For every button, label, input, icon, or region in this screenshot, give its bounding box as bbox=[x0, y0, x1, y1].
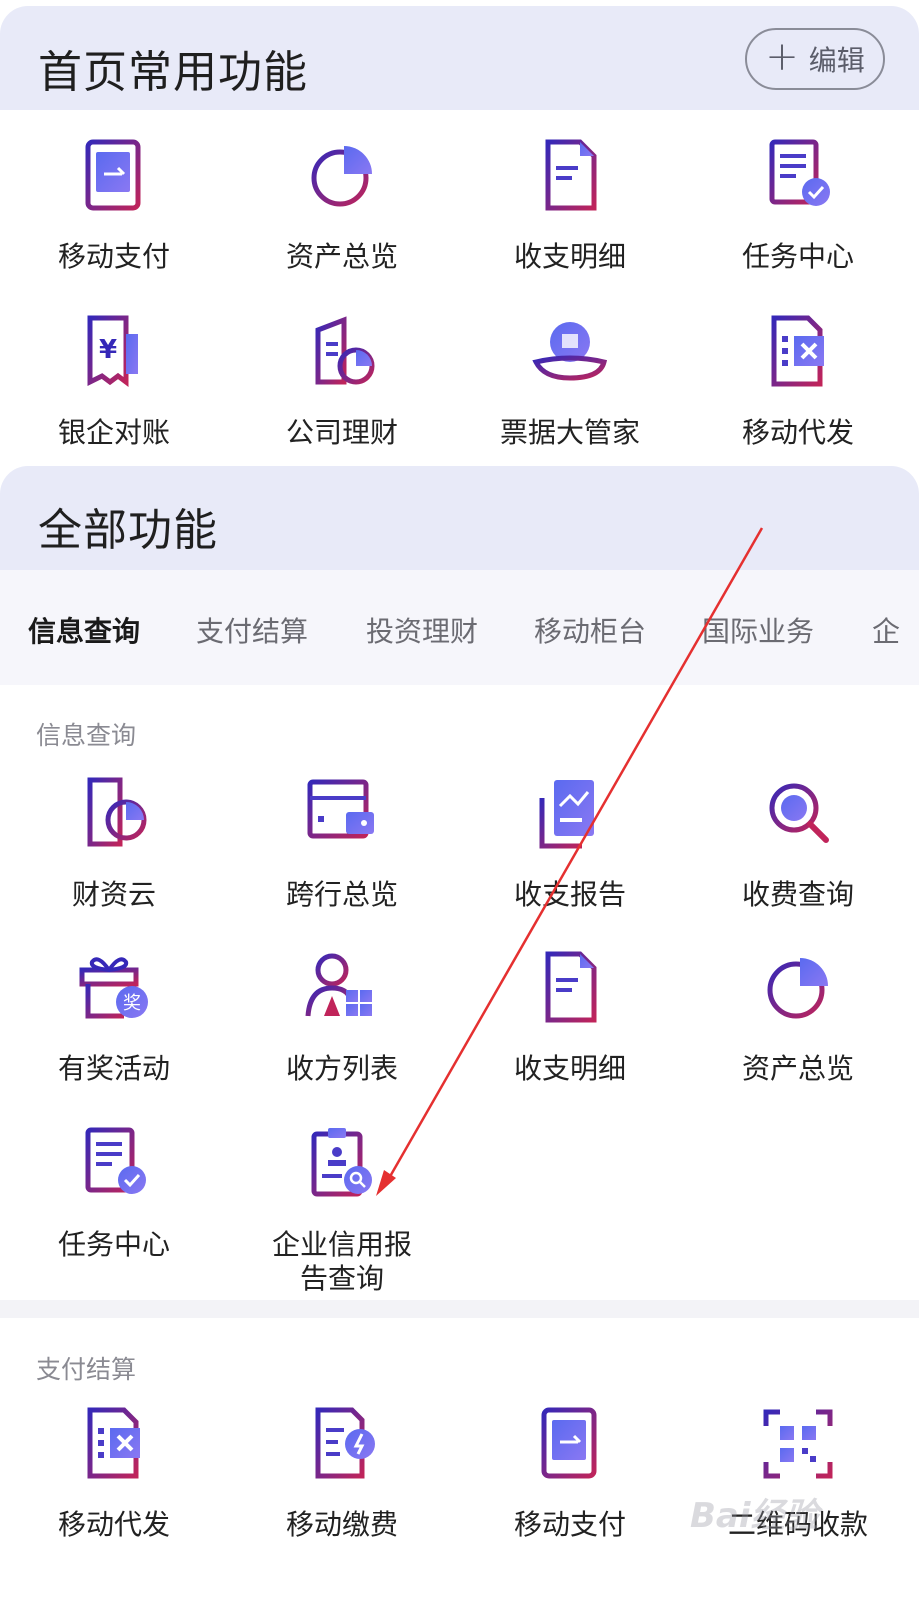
item-label: 资产总览 bbox=[285, 240, 398, 273]
pay-item-mobile-disbursement[interactable]: 移动代发 bbox=[0, 1404, 228, 1542]
item-label: 任务中心 bbox=[741, 240, 854, 273]
all-functions-header: 全部功能 bbox=[0, 466, 919, 570]
bank-reconciliation-icon: ¥ bbox=[87, 315, 138, 387]
item-label: 企业信用报 告查询 bbox=[271, 1228, 412, 1295]
edit-button[interactable]: + 编辑 bbox=[745, 28, 885, 90]
asset-overview-icon bbox=[767, 958, 828, 1019]
item-label: 跨行总览 bbox=[285, 878, 398, 911]
income-expense-report-icon bbox=[539, 780, 594, 849]
svg-text:¥: ¥ bbox=[99, 335, 117, 365]
item-label: 移动缴费 bbox=[285, 1508, 398, 1541]
common-item-bill-manager[interactable]: 票据大管家 bbox=[456, 312, 684, 450]
info-section-title: 信息查询 bbox=[36, 721, 137, 750]
category-tabs: 信息查询 支付结算 投资理财 移动柜台 国际业务 企 bbox=[0, 570, 919, 685]
info-item-payee-list[interactable]: 收方列表 bbox=[228, 948, 456, 1086]
item-label: 公司理财 bbox=[285, 416, 398, 449]
info-item-income-expense-detail[interactable]: 收支明细 bbox=[456, 948, 684, 1086]
mobile-pay-icon bbox=[85, 139, 141, 211]
info-item-asset-overview[interactable]: 资产总览 bbox=[684, 948, 912, 1086]
section-divider bbox=[0, 1300, 919, 1318]
pay-section-title: 支付结算 bbox=[36, 1355, 137, 1384]
info-item-cross-bank-overview[interactable]: 跨行总览 bbox=[228, 774, 456, 912]
asset-overview-icon bbox=[311, 146, 372, 207]
pay-item-mobile-payment-fee[interactable]: 移动缴费 bbox=[228, 1404, 456, 1542]
mobile-disbursement-icon bbox=[87, 1407, 140, 1479]
item-label: 银企对账 bbox=[57, 416, 170, 449]
company-finance-icon bbox=[315, 316, 375, 385]
common-item-bank-reconciliation[interactable]: ¥ 银企对账 bbox=[0, 312, 228, 450]
task-center-icon bbox=[85, 1127, 146, 1194]
item-label: 收支明细 bbox=[513, 1052, 626, 1085]
item-label: 移动支付 bbox=[57, 240, 170, 273]
info-item-task-center[interactable]: 任务中心 bbox=[0, 1124, 228, 1262]
cross-bank-overview-icon bbox=[307, 779, 374, 839]
common-functions-title: 首页常用功能 bbox=[38, 47, 308, 98]
edit-button-label: 编辑 bbox=[808, 44, 865, 77]
tab-international[interactable]: 国际业务 bbox=[702, 610, 814, 650]
common-item-mobile-disbursement[interactable]: 移动代发 bbox=[684, 312, 912, 450]
common-item-asset-overview[interactable]: 资产总览 bbox=[228, 136, 456, 274]
tab-investment[interactable]: 投资理财 bbox=[366, 610, 478, 650]
credit-report-icon bbox=[311, 1128, 372, 1197]
reward-activity-icon: 奖 bbox=[79, 957, 148, 1019]
svg-text:奖: 奖 bbox=[123, 993, 141, 1014]
income-expense-detail-icon bbox=[545, 139, 597, 211]
common-item-company-finance[interactable]: 公司理财 bbox=[228, 312, 456, 450]
item-label: 收支明细 bbox=[513, 240, 626, 273]
item-label: 财资云 bbox=[71, 878, 156, 911]
tab-mobile-counter[interactable]: 移动柜台 bbox=[534, 610, 646, 650]
bill-manager-icon bbox=[532, 322, 608, 381]
qr-collection-icon bbox=[763, 1409, 833, 1479]
item-label: 收方列表 bbox=[285, 1052, 398, 1085]
mobile-payment-fee-icon bbox=[315, 1407, 375, 1479]
tab-enterprise-partial[interactable]: 企 bbox=[872, 610, 900, 650]
info-item-reward-activity[interactable]: 奖 有奖活动 bbox=[0, 948, 228, 1086]
income-expense-detail-icon bbox=[545, 951, 597, 1023]
item-label: 资产总览 bbox=[741, 1052, 854, 1085]
common-item-task-center[interactable]: 任务中心 bbox=[684, 136, 912, 274]
item-label: 移动代发 bbox=[741, 416, 854, 449]
task-center-icon bbox=[769, 139, 830, 206]
payee-list-icon bbox=[305, 953, 372, 1017]
info-item-treasury-cloud[interactable]: 财资云 bbox=[0, 774, 228, 912]
item-label: 任务中心 bbox=[57, 1228, 170, 1261]
all-functions-title: 全部功能 bbox=[38, 505, 218, 556]
info-item-credit-report[interactable]: 企业信用报 告查询 bbox=[228, 1124, 456, 1296]
tab-info-query[interactable]: 信息查询 bbox=[28, 610, 140, 650]
mobile-disbursement-icon bbox=[771, 315, 824, 387]
plus-icon: + bbox=[765, 34, 799, 80]
item-label: 收支报告 bbox=[513, 878, 626, 911]
tab-payment-settlement[interactable]: 支付结算 bbox=[196, 610, 308, 650]
info-item-fee-query[interactable]: 收费查询 bbox=[684, 774, 912, 912]
item-label: 移动支付 bbox=[513, 1508, 626, 1541]
pay-item-mobile-pay[interactable]: 移动支付 bbox=[456, 1404, 684, 1542]
item-label: 票据大管家 bbox=[499, 416, 640, 449]
treasury-cloud-icon bbox=[87, 777, 147, 847]
mobile-pay-icon bbox=[541, 1407, 597, 1479]
common-functions-header: 首页常用功能 + 编辑 bbox=[0, 6, 919, 110]
common-item-mobile-pay[interactable]: 移动支付 bbox=[0, 136, 228, 274]
fee-query-icon bbox=[769, 783, 829, 843]
common-item-income-expense-detail[interactable]: 收支明细 bbox=[456, 136, 684, 274]
item-label: 有奖活动 bbox=[57, 1052, 170, 1085]
watermark: Bai经验 bbox=[690, 1496, 819, 1536]
info-item-income-expense-report[interactable]: 收支报告 bbox=[456, 774, 684, 912]
item-label: 收费查询 bbox=[741, 878, 854, 911]
item-label: 移动代发 bbox=[57, 1508, 170, 1541]
